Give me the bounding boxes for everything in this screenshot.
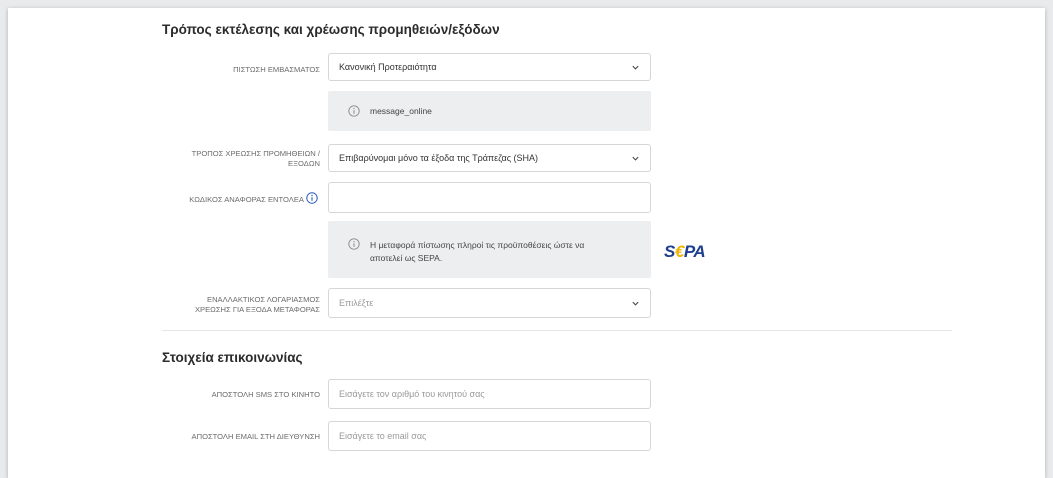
sepa-logo: S€PA (664, 242, 706, 261)
section-divider (162, 330, 952, 331)
message-online-text: message_online (370, 106, 432, 116)
sms-phone-placeholder: Εισάγετε τον αριθμό του κινητού σας (339, 389, 485, 399)
info-icon (348, 105, 360, 117)
sepa-message-line2: αποτελεί ως SEPA. (370, 253, 443, 263)
alt-account-placeholder: Επιλέξτε (339, 298, 374, 308)
alt-account-select[interactable]: Επιλέξτε (328, 288, 651, 318)
credit-priority-label: ΠΙΣΤΩΣΗ ΕΜΒΑΣΜΑΤΟΣ (233, 65, 320, 74)
form-card: Τρόπος εκτέλεσης και χρέωσης προμηθειών/… (8, 8, 1045, 478)
charge-method-value: Επιβαρύνομαι μόνο τα έξοδα της Τράπεζας … (339, 153, 539, 163)
sepa-message-text: Η μεταφορά πίστωσης πληροί τις προϋποθέσ… (370, 239, 584, 265)
sepa-message-box: Η μεταφορά πίστωσης πληροί τις προϋποθέσ… (328, 221, 651, 278)
chevron-down-icon (632, 301, 639, 306)
alt-account-label: ΕΝΑΛΛΑΚΤΙΚΟΣ ΛΟΓΑΡΙΑΣΜΟΣ ΧΡΕΩΣΗΣ ΓΙΑ ΕΞΟ… (20, 295, 320, 315)
email-label: ΑΠΟΣΤΟΛΗ EMAIL ΣΤΗ ΔΙΕΥΘΥΝΣΗ (191, 432, 320, 441)
credit-priority-select[interactable]: Κανονική Προτεραιότητα (328, 53, 651, 81)
reference-code-label: ΚΩΔΙΚΟΣ ΑΝΑΦΟΡΑΣ ΕΝΤΟΛΕΑ (189, 195, 304, 204)
alt-account-label-line2: ΧΡΕΩΣΗΣ ΓΙΑ ΕΞΟΔΑ ΜΕΤΑΦΟΡΑΣ (194, 305, 320, 314)
email-input[interactable]: Εισάγετε το email σας (328, 421, 651, 451)
section-title-contact: Στοιχεία επικοινωνίας (162, 350, 303, 365)
sms-label: ΑΠΟΣΤΟΛΗ SMS ΣΤΟ ΚΙΝΗΤΟ (211, 390, 320, 399)
message-online-box: message_online (328, 91, 651, 131)
charge-method-label-line1: ΤΡΟΠΟΣ ΧΡΕΩΣΗΣ ΠΡΟΜΗΘΕΙΩΝ / (191, 149, 320, 158)
section-title-execution: Τρόπος εκτέλεσης και χρέωσης προμηθειών/… (162, 22, 500, 37)
email-placeholder: Εισάγετε το email σας (339, 431, 427, 441)
chevron-down-icon (632, 65, 639, 70)
credit-priority-value: Κανονική Προτεραιότητα (339, 62, 437, 72)
sepa-message-line1: Η μεταφορά πίστωσης πληροί τις προϋποθέσ… (370, 240, 585, 250)
chevron-down-icon (632, 156, 639, 161)
reference-code-input[interactable] (328, 182, 651, 213)
alt-account-label-line1: ΕΝΑΛΛΑΚΤΙΚΟΣ ΛΟΓΑΡΙΑΣΜΟΣ (207, 295, 320, 304)
info-icon[interactable] (306, 192, 318, 204)
sms-phone-input[interactable]: Εισάγετε τον αριθμό του κινητού σας (328, 379, 651, 409)
charge-method-label-line2: ΕΞΟΔΩΝ (288, 159, 320, 168)
charge-method-label: ΤΡΟΠΟΣ ΧΡΕΩΣΗΣ ΠΡΟΜΗΘΕΙΩΝ / ΕΞΟΔΩΝ (20, 149, 320, 169)
charge-method-select[interactable]: Επιβαρύνομαι μόνο τα έξοδα της Τράπεζας … (328, 144, 651, 172)
info-icon (348, 238, 360, 250)
